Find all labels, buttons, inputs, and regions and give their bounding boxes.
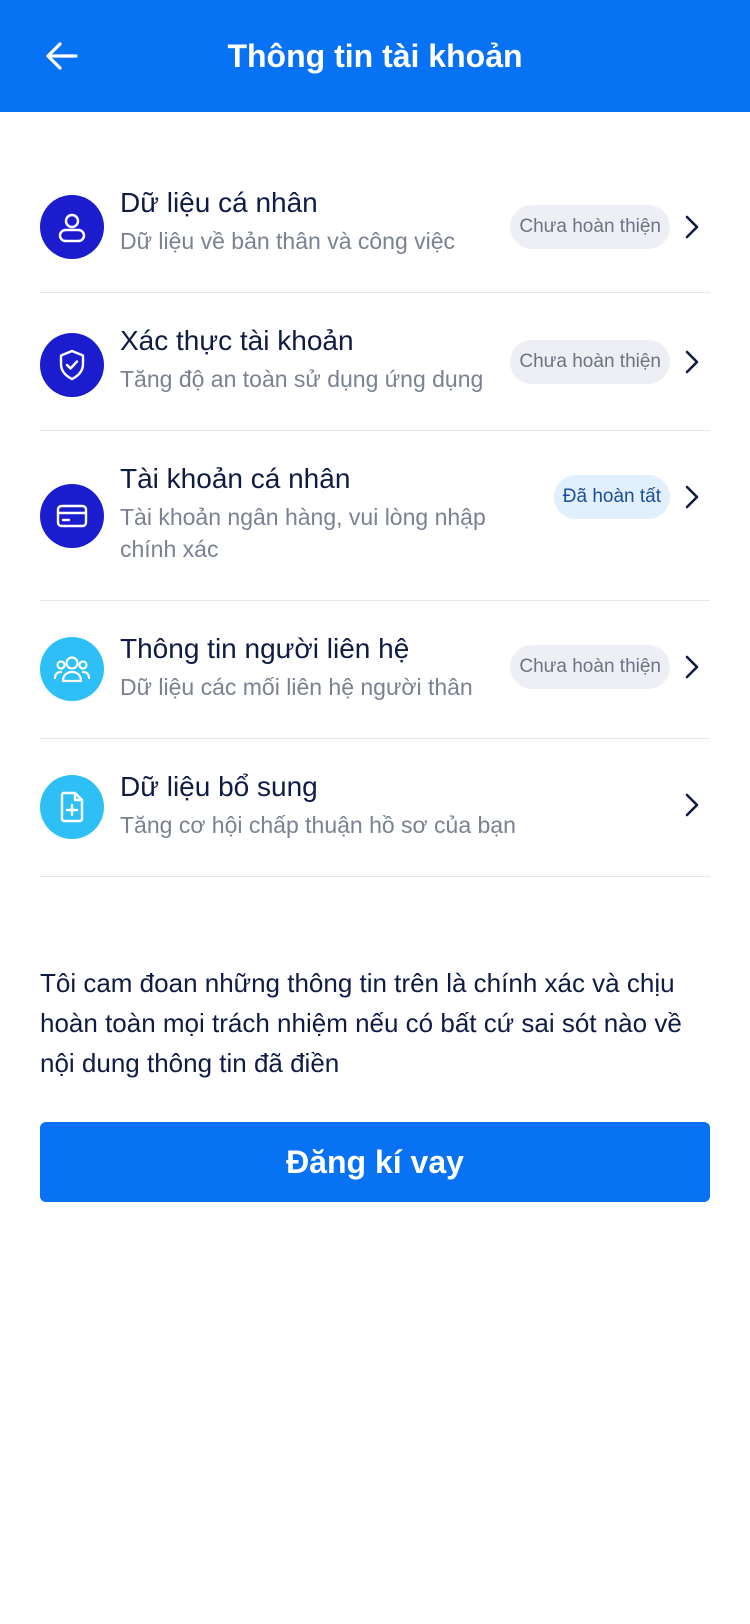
document-add-icon: [60, 791, 84, 823]
chevron-right-icon: [674, 787, 710, 823]
contacts-group-icon: [53, 656, 91, 683]
page-title: Thông tin tài khoản: [227, 37, 523, 74]
user-icon: [58, 213, 86, 243]
chevron-right-icon: [674, 344, 710, 380]
status-badge: Chưa hoàn thiện: [510, 340, 670, 384]
shield-check-icon: [59, 349, 85, 381]
declaration-text: Tôi cam đoan những thông tin trên là chí…: [40, 968, 682, 1078]
list-item-personal-account[interactable]: Tài khoản cá nhân Tài khoản ngân hàng, v…: [40, 431, 710, 601]
item-subtitle: Tài khoản ngân hàng, vui lòng nhập chính…: [120, 504, 486, 562]
account-section-list: Dữ liệu cá nhân Dữ liệu về bản thân và c…: [40, 155, 710, 877]
item-subtitle: Tăng độ an toàn sử dụng ứng dụng: [120, 366, 484, 392]
shield-icon-circle: [40, 333, 104, 397]
item-subtitle: Tăng cơ hội chấp thuận hồ sơ của bạn: [120, 812, 516, 838]
contacts-icon-circle: [40, 637, 104, 701]
item-title: Thông tin người liên hệ: [120, 633, 410, 664]
register-loan-button[interactable]: Đăng kí vay: [40, 1122, 710, 1202]
item-subtitle: Dữ liệu các mối liên hệ người thân: [120, 674, 473, 700]
item-title: Xác thực tài khoản: [120, 325, 354, 356]
chevron-right-icon: [674, 649, 710, 685]
list-item-additional-data[interactable]: Dữ liệu bổ sung Tăng cơ hội chấp thuận h…: [40, 739, 710, 877]
chevron-right-icon: [674, 479, 710, 515]
app-header: Thông tin tài khoản: [0, 0, 750, 112]
item-title: Tài khoản cá nhân: [120, 463, 351, 494]
status-badge: Đã hoàn tất: [553, 475, 670, 519]
list-item-account-verification[interactable]: Xác thực tài khoản Tăng độ an toàn sử dụ…: [40, 293, 710, 431]
item-subtitle: Dữ liệu về bản thân và công việc: [120, 228, 456, 254]
status-badge: Chưa hoàn thiện: [510, 645, 670, 689]
chevron-right-icon: [674, 209, 710, 245]
item-title: Dữ liệu cá nhân: [120, 187, 318, 218]
card-icon-circle: [40, 484, 104, 548]
user-icon-circle: [40, 195, 104, 259]
status-badge: Chưa hoàn thiện: [510, 205, 670, 249]
list-item-personal-data[interactable]: Dữ liệu cá nhân Dữ liệu về bản thân và c…: [40, 155, 710, 293]
document-icon-circle: [40, 775, 104, 839]
item-title: Dữ liệu bổ sung: [120, 771, 318, 802]
credit-card-icon: [56, 504, 88, 528]
list-item-contacts[interactable]: Thông tin người liên hệ Dữ liệu các mối …: [40, 601, 710, 739]
